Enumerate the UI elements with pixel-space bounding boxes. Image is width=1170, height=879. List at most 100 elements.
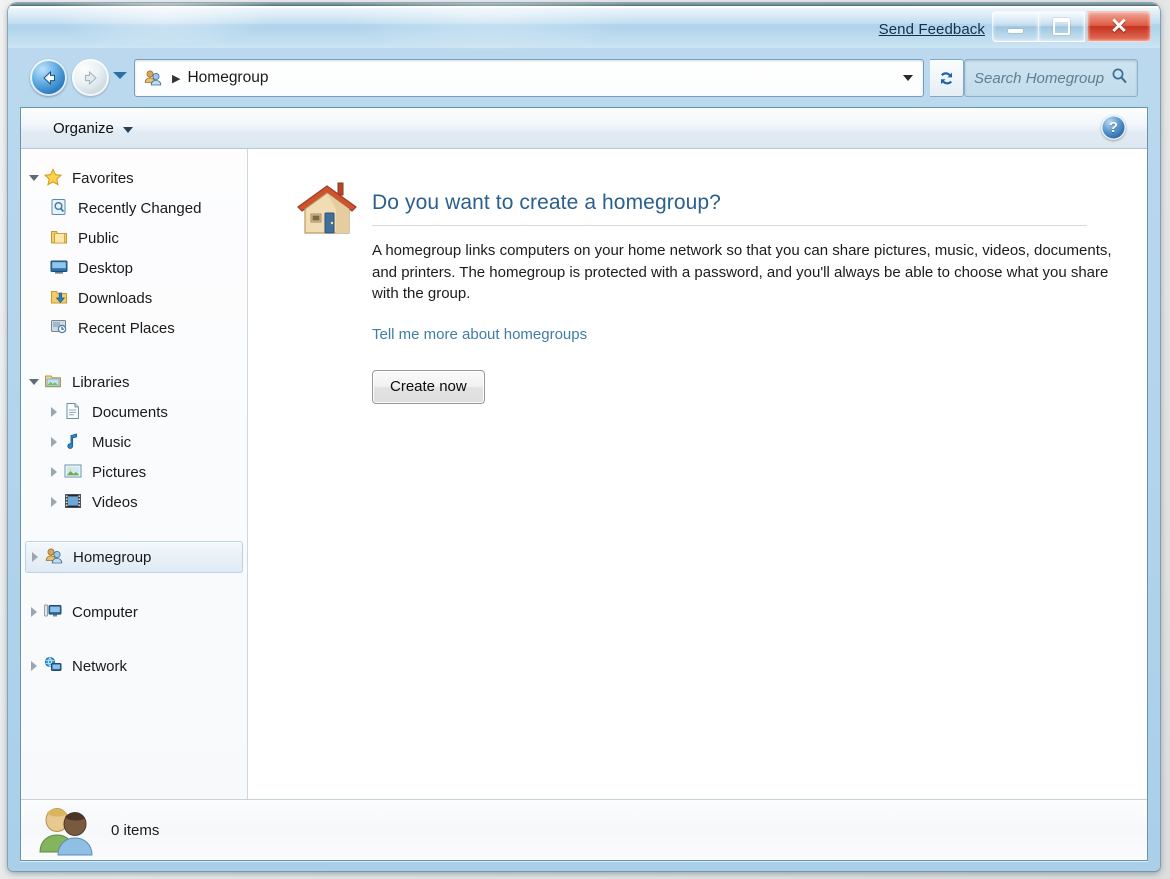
organize-label: Organize: [53, 120, 114, 137]
homegroup-people-icon: [35, 804, 97, 856]
house-icon: [294, 177, 360, 246]
sidebar-item-homegroup[interactable]: Homegroup: [25, 541, 243, 573]
explorer-window: Send Feedback ✕ ▶ Homegroup Search Homeg…: [8, 3, 1160, 871]
command-bar: Organize ?: [21, 108, 1147, 149]
client-area: Organize ? Favorites Recently Changed Pu…: [20, 107, 1148, 861]
address-bar[interactable]: ▶ Homegroup: [134, 59, 924, 97]
desktop-background: Send Feedback ✕ ▶ Homegroup Search Homeg…: [0, 0, 1170, 879]
navigation-row: ▶ Homegroup Search Homegroup: [8, 48, 1160, 107]
help-button[interactable]: ?: [1101, 115, 1126, 140]
nav-group-libraries[interactable]: Libraries: [25, 367, 243, 397]
sidebar-item-desktop[interactable]: Desktop: [25, 253, 243, 283]
titlebar-glow: [338, 3, 638, 53]
sidebar-item-label: Music: [92, 433, 132, 451]
organize-button[interactable]: Organize: [45, 117, 141, 140]
search-icon: [1111, 67, 1128, 89]
breadcrumb-homegroup[interactable]: Homegroup: [187, 69, 268, 87]
create-now-button[interactable]: Create now: [372, 369, 485, 404]
sidebar-item-pictures[interactable]: Pictures: [25, 457, 243, 487]
search-input[interactable]: Search Homegroup: [964, 59, 1138, 97]
sidebar-item-network[interactable]: Network: [25, 651, 243, 681]
nav-group-libraries-label: Libraries: [72, 373, 130, 391]
maximize-icon: [1053, 18, 1070, 35]
recently-changed-icon: [49, 198, 71, 218]
sidebar-item-documents[interactable]: Documents: [25, 397, 243, 427]
caption-button-group: ✕: [992, 11, 1151, 42]
chevron-down-icon: [122, 126, 133, 133]
sidebar-item-music[interactable]: Music: [25, 427, 243, 457]
sidebar-item-recent-places[interactable]: Recent Places: [25, 313, 243, 343]
tell-me-more-link[interactable]: Tell me more about homegroups: [372, 326, 587, 343]
downloads-icon: [49, 288, 71, 308]
sidebar-item-videos[interactable]: Videos: [25, 487, 243, 517]
address-dropdown-button[interactable]: [903, 75, 913, 81]
title-divider: [372, 225, 1087, 226]
help-icon: ?: [1108, 119, 1119, 136]
expander-open-icon[interactable]: [25, 379, 43, 385]
homegroup-icon: [44, 547, 66, 567]
sidebar-item-downloads[interactable]: Downloads: [25, 283, 243, 313]
maximize-button[interactable]: [1038, 11, 1085, 42]
close-button[interactable]: ✕: [1087, 11, 1151, 42]
item-count: 0 items: [111, 821, 160, 839]
navigation-pane[interactable]: Favorites Recently Changed Public Deskto…: [21, 149, 248, 800]
close-icon: ✕: [1110, 15, 1128, 38]
title-bar: Send Feedback ✕: [8, 3, 1160, 53]
create-button-wrapper: Create now: [372, 369, 1147, 404]
sidebar-item-label: Homegroup: [73, 548, 152, 566]
computer-icon: [43, 602, 65, 622]
content-pane: Do you want to create a homegroup? A hom…: [248, 149, 1147, 800]
music-icon: [63, 432, 85, 452]
chevron-down-icon: [903, 75, 913, 81]
send-feedback-link[interactable]: Send Feedback: [879, 21, 985, 38]
sidebar-item-label: Public: [78, 229, 119, 247]
network-icon: [43, 656, 65, 676]
sidebar-item-label: Recent Places: [78, 319, 175, 337]
nav-group-favorites[interactable]: Favorites: [25, 163, 243, 193]
sidebar-item-recently-changed[interactable]: Recently Changed: [25, 193, 243, 223]
sidebar-item-computer[interactable]: Computer: [25, 597, 243, 627]
minimize-icon: [1008, 28, 1023, 33]
chevron-down-icon: [113, 72, 127, 79]
minimize-button[interactable]: [992, 11, 1038, 42]
breadcrumb-separator: ▶: [172, 72, 181, 85]
sidebar-item-label: Documents: [92, 403, 168, 421]
titlebar-glow: [48, 3, 278, 47]
documents-icon: [63, 402, 85, 422]
expander-collapsed-icon[interactable]: [45, 437, 63, 447]
sidebar-item-label: Network: [72, 657, 128, 675]
sidebar-item-label: Desktop: [78, 259, 134, 277]
recent-places-icon: [49, 318, 71, 338]
expander-open-icon[interactable]: [25, 175, 43, 181]
expander-collapsed-icon[interactable]: [25, 607, 43, 617]
back-arrow-icon: [42, 70, 55, 85]
history-dropdown-button[interactable]: [113, 72, 127, 79]
forward-arrow-icon: [84, 70, 97, 85]
expander-collapsed-icon[interactable]: [26, 552, 44, 562]
forward-button[interactable]: [72, 59, 109, 96]
nav-group-favorites-label: Favorites: [72, 169, 134, 187]
refresh-icon: [941, 71, 952, 84]
refresh-button[interactable]: [930, 59, 964, 97]
sidebar-item-label: Downloads: [78, 289, 153, 307]
status-bar: 0 items: [21, 799, 1147, 860]
expander-collapsed-icon[interactable]: [45, 467, 63, 477]
homegroup-icon: [143, 69, 163, 87]
expander-collapsed-icon[interactable]: [45, 497, 63, 507]
sidebar-item-label: Computer: [72, 603, 138, 621]
expander-collapsed-icon[interactable]: [25, 661, 43, 671]
search-placeholder: Search Homegroup: [974, 69, 1105, 87]
public-folder-icon: [49, 228, 71, 248]
expander-collapsed-icon[interactable]: [45, 407, 63, 417]
desktop-icon: [49, 258, 71, 278]
sidebar-item-public[interactable]: Public: [25, 223, 243, 253]
page-title: Do you want to create a homegroup?: [372, 191, 721, 214]
sidebar-item-label: Recently Changed: [78, 199, 202, 217]
back-button[interactable]: [30, 59, 67, 96]
pictures-icon: [63, 462, 85, 482]
star-icon: [43, 168, 65, 188]
